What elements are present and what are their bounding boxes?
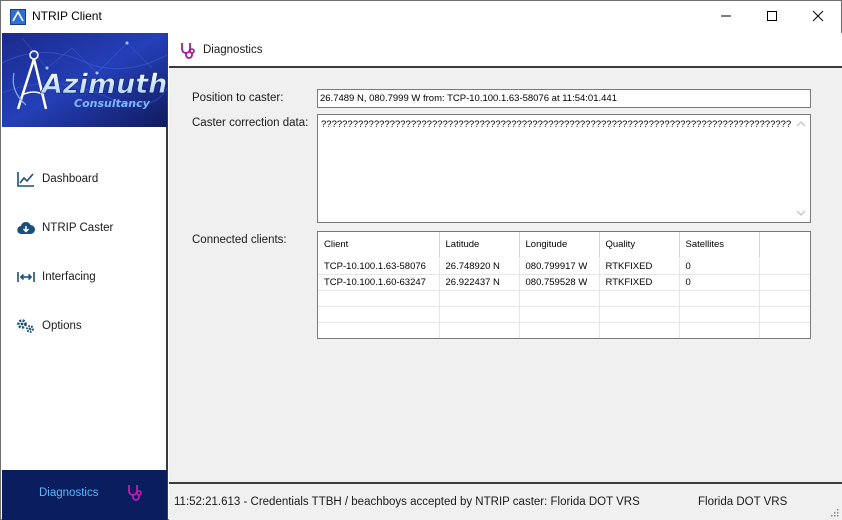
sidebar-item-label: Interfacing bbox=[42, 271, 96, 283]
cell-quality: RTKFIXED bbox=[599, 274, 680, 291]
connected-clients-grid[interactable]: Client Latitude Longitude Quality Satell… bbox=[317, 231, 811, 339]
clients-label: Connected clients: bbox=[192, 234, 287, 246]
azimuth-logo: Azimuth Consultancy bbox=[2, 33, 167, 127]
sidebar-item-label: Dashboard bbox=[42, 173, 99, 185]
main-panel: Diagnostics Position to caster: 26.7489 … bbox=[169, 33, 842, 520]
position-field[interactable]: 26.7489 N, 080.7999 W from: TCP-10.100.1… bbox=[317, 89, 811, 108]
cell-client: TCP-10.100.1.60-63247 bbox=[318, 274, 440, 291]
cell-satellites: 0 bbox=[679, 258, 760, 275]
maximize-icon bbox=[767, 11, 777, 21]
cell-satellites: 0 bbox=[679, 274, 760, 291]
cell-longitude: 080.799917 W bbox=[519, 258, 600, 275]
app-icon bbox=[10, 9, 26, 25]
table-row[interactable]: TCP-10.100.1.63-58076 26.748920 N 080.79… bbox=[318, 258, 810, 275]
column-header-quality[interactable]: Quality bbox=[599, 232, 680, 259]
cloud-download-icon bbox=[16, 218, 36, 238]
position-label: Position to caster: bbox=[192, 92, 284, 104]
correction-data-textbox[interactable]: ????????????????????????????????????????… bbox=[317, 114, 811, 223]
empty-row bbox=[318, 290, 810, 307]
column-header-longitude[interactable]: Longitude bbox=[519, 232, 600, 259]
logo-tagline: Consultancy bbox=[74, 97, 151, 110]
status-bar: 11:52:21.613 - Credentials TTBH / beachb… bbox=[169, 482, 842, 520]
sidebar-item-options[interactable]: Options bbox=[16, 316, 82, 336]
sidebar-item-ntrip-caster[interactable]: NTRIP Caster bbox=[16, 218, 113, 238]
line-chart-icon bbox=[16, 169, 36, 189]
scroll-down-icon[interactable] bbox=[796, 209, 806, 217]
status-caster-name: Florida DOT VRS bbox=[698, 496, 788, 508]
cell-quality: RTKFIXED bbox=[599, 258, 680, 275]
close-icon bbox=[812, 10, 824, 22]
cell-client: TCP-10.100.1.63-58076 bbox=[318, 258, 440, 275]
sidebar-item-diagnostics[interactable]: Diagnostics bbox=[2, 470, 167, 520]
sidebar-item-dashboard[interactable]: Dashboard bbox=[16, 169, 98, 189]
minimize-icon bbox=[721, 15, 731, 17]
vertical-scrollbar[interactable] bbox=[793, 115, 810, 222]
empty-row bbox=[318, 306, 810, 323]
empty-row bbox=[318, 322, 810, 338]
sidebar-item-label: Diagnostics bbox=[39, 487, 99, 499]
column-header-satellites[interactable]: Satellites bbox=[679, 232, 760, 259]
page-header: Diagnostics bbox=[169, 33, 842, 68]
column-header-client[interactable]: Client bbox=[318, 232, 440, 259]
sidebar-item-label: NTRIP Caster bbox=[42, 222, 114, 234]
correction-label: Caster correction data: bbox=[192, 117, 309, 129]
status-message: 11:52:21.613 - Credentials TTBH / beachb… bbox=[174, 496, 640, 508]
column-header-latitude[interactable]: Latitude bbox=[439, 232, 520, 259]
app-window: NTRIP Client Azimuth Consultancy Dashboa… bbox=[0, 0, 842, 520]
scroll-up-icon[interactable] bbox=[796, 120, 806, 128]
cell-latitude: 26.922437 N bbox=[439, 274, 520, 291]
logo-brand: Azimuth bbox=[40, 69, 167, 100]
arrows-horizontal-icon bbox=[16, 267, 36, 287]
sidebar: Azimuth Consultancy Dashboard NTRIP Cast… bbox=[2, 33, 168, 520]
cell-filler bbox=[759, 258, 810, 275]
gears-icon bbox=[16, 316, 36, 336]
table-row[interactable]: TCP-10.100.1.60-63247 26.922437 N 080.75… bbox=[318, 274, 810, 291]
close-button[interactable] bbox=[795, 1, 841, 31]
cell-longitude: 080.759528 W bbox=[519, 274, 600, 291]
cell-latitude: 26.748920 N bbox=[439, 258, 520, 275]
title-bar: NTRIP Client bbox=[1, 1, 841, 32]
window-title: NTRIP Client bbox=[32, 9, 102, 23]
minimize-button[interactable] bbox=[703, 1, 749, 31]
sidebar-item-label: Options bbox=[42, 320, 82, 332]
grid-header-row: Client Latitude Longitude Quality Satell… bbox=[318, 232, 810, 259]
cell-filler bbox=[759, 274, 810, 291]
page-title: Diagnostics bbox=[203, 44, 263, 56]
stethoscope-icon bbox=[126, 484, 146, 505]
correction-data-text: ????????????????????????????????????????… bbox=[321, 119, 791, 130]
sidebar-item-interfacing[interactable]: Interfacing bbox=[16, 267, 96, 287]
column-header-filler bbox=[759, 232, 810, 259]
maximize-button[interactable] bbox=[749, 1, 795, 31]
stethoscope-icon bbox=[179, 42, 199, 63]
resize-grip-icon[interactable] bbox=[829, 507, 839, 517]
